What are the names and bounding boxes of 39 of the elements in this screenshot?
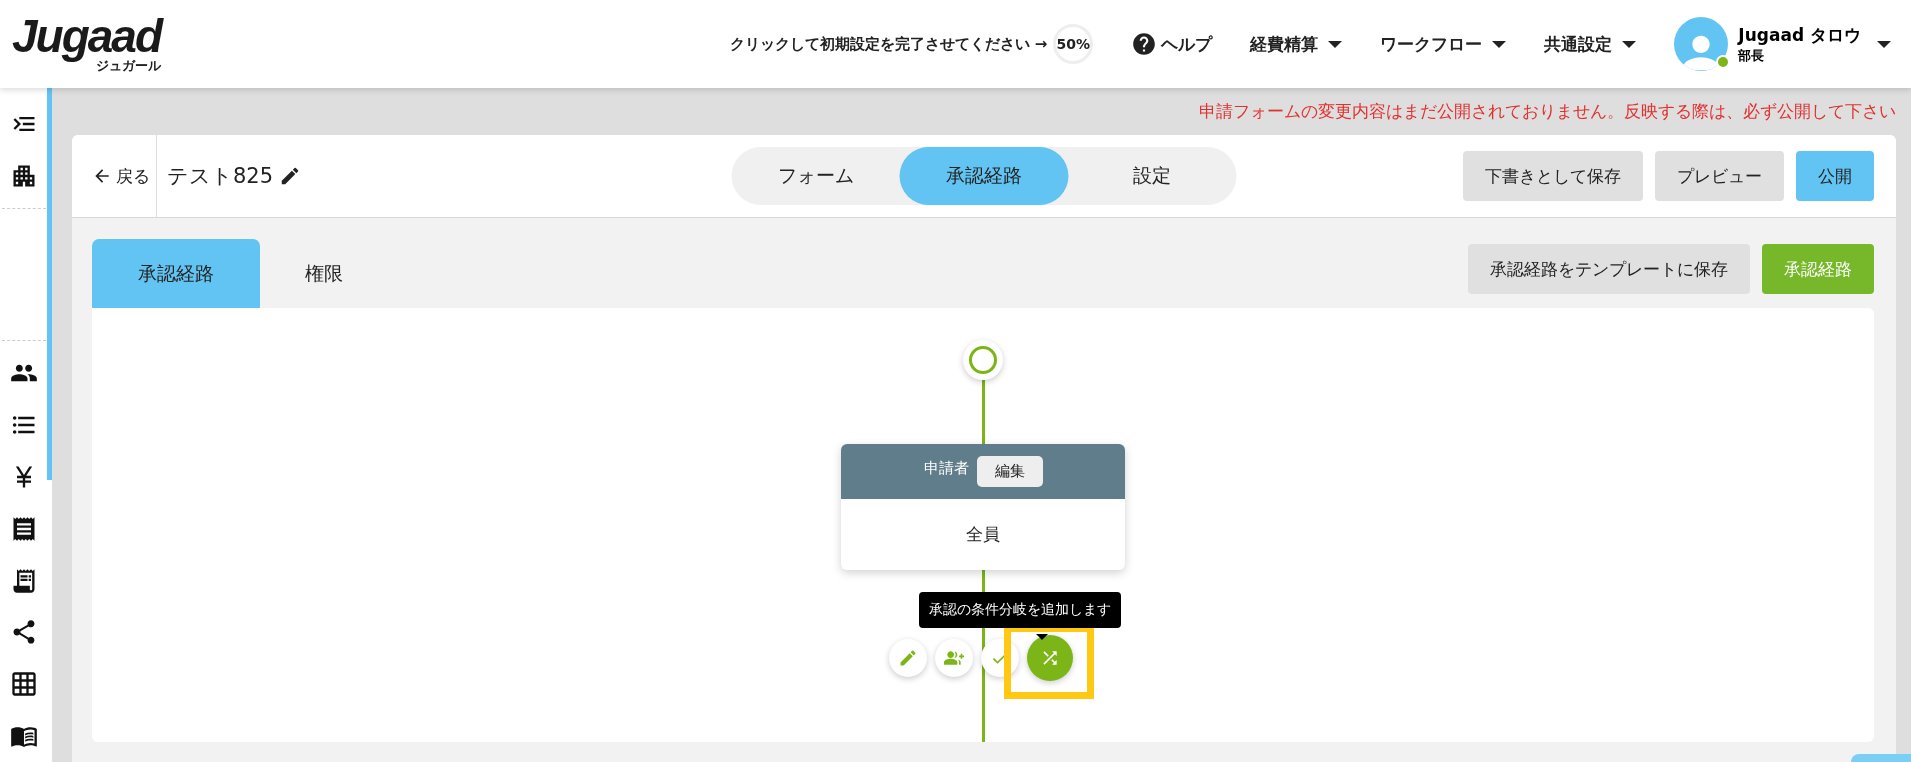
nav-menu[interactable]: 共通設定 <box>1544 32 1637 56</box>
edit-button[interactable]: 編集 <box>976 456 1043 487</box>
caret-icon <box>1328 40 1343 48</box>
caret-icon <box>1877 40 1891 48</box>
setup-prompt-link[interactable]: クリックして初期設定を完了させてください → <box>729 34 1048 54</box>
connector-line <box>982 380 985 444</box>
node-title: 申請者 <box>923 459 969 478</box>
tab[interactable]: 権限 <box>260 239 388 308</box>
grid-icon <box>9 670 38 699</box>
avatar <box>1674 17 1729 71</box>
mode-tab[interactable]: 承認経路 <box>899 147 1069 205</box>
user-role: 部長 <box>1738 46 1765 65</box>
shuffle-icon <box>1040 648 1060 668</box>
action-button[interactable]: 承認経路をテンプレートに保存 <box>1468 244 1750 294</box>
help-icon <box>1131 31 1158 57</box>
back-button[interactable]: 戻る <box>72 135 157 217</box>
form-title: テスト825 <box>167 163 274 190</box>
logo-subtitle: ジュガール <box>96 58 162 75</box>
ring-icon <box>969 346 997 374</box>
tooltip: 承認の条件分岐を追加します <box>919 592 1121 628</box>
help-link[interactable]: ヘルプ <box>1131 31 1213 57</box>
user-name: Jugaad タロウ <box>1738 23 1861 47</box>
action-button[interactable]: 下書きとして保存 <box>1463 151 1643 201</box>
user-menu[interactable]: Jugaad タロウ 部長 <box>1674 17 1891 71</box>
nav-menu[interactable]: 経費精算 <box>1250 32 1343 56</box>
add-people-icon <box>944 648 964 668</box>
action-button[interactable]: プレビュー <box>1655 151 1784 201</box>
publish-button[interactable]: 公開 <box>1796 151 1874 201</box>
mode-tab[interactable]: 設定 <box>1068 147 1237 205</box>
progress-ring: 50% <box>1053 24 1094 64</box>
pencil-icon <box>898 648 918 668</box>
tooltip-arrow <box>1036 634 1048 640</box>
caret-icon <box>1622 40 1637 48</box>
nav-menu[interactable]: ワークフロー <box>1380 32 1507 56</box>
caret-icon <box>1492 40 1507 48</box>
mode-tab[interactable]: フォーム <box>731 147 900 205</box>
node-assignee: 全員 <box>965 523 1001 546</box>
tab[interactable]: 承認経路 <box>92 239 260 308</box>
unpublished-notice: 申請フォームの変更内容はまだ公開されておりません。反映する際は、必ず公開して下さい <box>1198 100 1896 123</box>
